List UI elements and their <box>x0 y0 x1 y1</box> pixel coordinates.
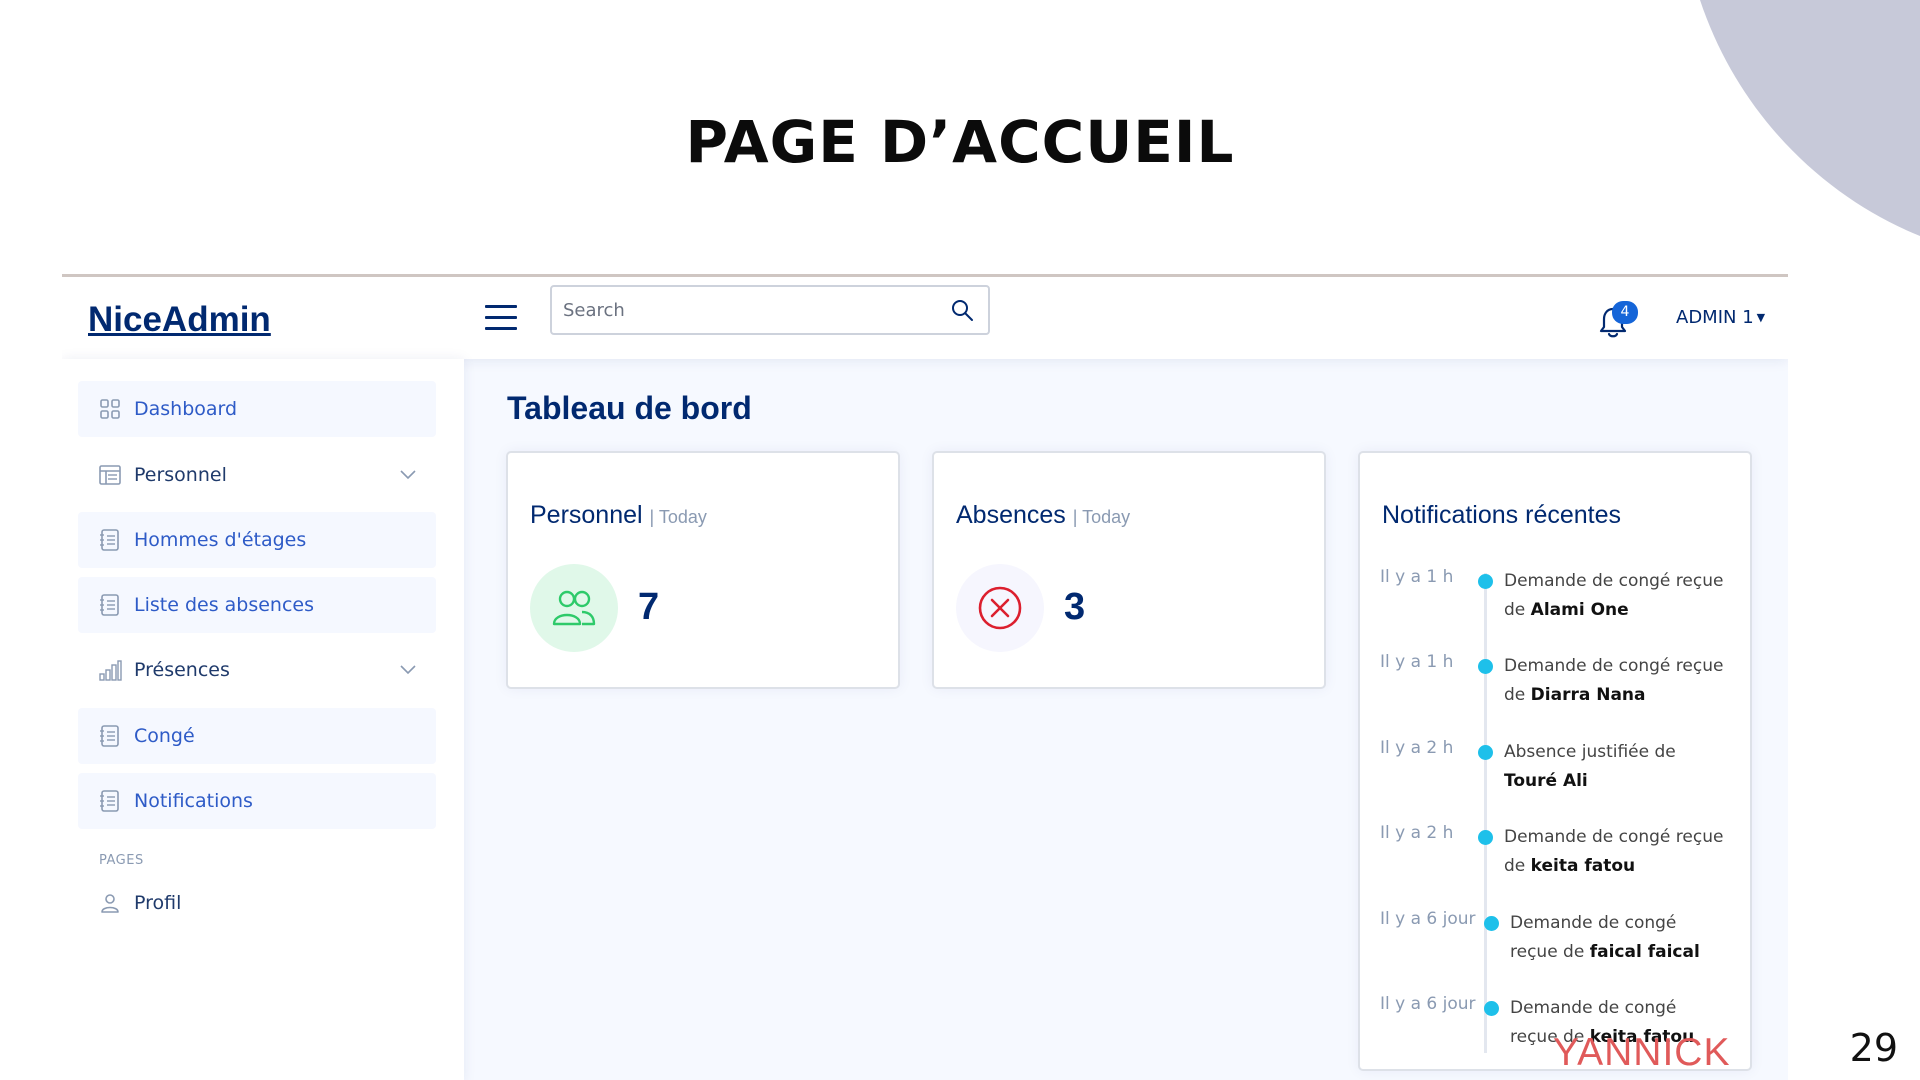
activity-text: Demande de congé reçue de Alami One <box>1504 571 1724 620</box>
activity-text: Absence justifiée de Touré Ali <box>1504 742 1676 791</box>
journal-icon <box>100 790 119 812</box>
page-number: 29 <box>1849 1026 1898 1070</box>
sidebar-item-label: Notifications <box>134 790 253 812</box>
activity-text: Demande de congé reçue de faical faical <box>1510 913 1700 962</box>
app-screenshot: NiceAdmin 4 ADMIN 1▼ <box>62 274 1788 1080</box>
sidebar-item-notifications[interactable]: Notifications <box>78 773 436 829</box>
person-icon <box>101 894 119 913</box>
sidebar-item-label: Liste des absences <box>134 594 314 616</box>
activity-item: Il y a 2 h Demande de congé reçue de kei… <box>1380 823 1760 893</box>
sidebar-item-label: Hommes d'étages <box>134 529 307 551</box>
slide-title: PAGE D’ACCUEIL <box>685 108 1235 176</box>
x-circle-icon <box>956 564 1044 652</box>
timeline-dot <box>1484 1001 1499 1016</box>
sidebar-heading-pages: PAGES <box>99 853 144 868</box>
card-filter: | Today <box>649 507 707 527</box>
activity-time: Il y a 1 h <box>1380 567 1454 587</box>
logo[interactable]: NiceAdmin <box>88 300 271 340</box>
activity-item: Il y a 2 h Absence justifiée de Touré Al… <box>1380 738 1760 808</box>
timeline-dot <box>1478 830 1493 845</box>
journal-icon <box>100 725 119 747</box>
bar-chart-icon <box>99 660 122 681</box>
sidebar-item-label: Profil <box>134 892 182 914</box>
hamburger-icon[interactable] <box>485 305 517 333</box>
caret-down-icon: ▼ <box>1756 311 1766 324</box>
sidebar-item-conge[interactable]: Congé <box>78 708 436 764</box>
timeline-dot <box>1478 574 1493 589</box>
card-title: Absences | Today <box>956 501 1130 530</box>
card-filter: | Today <box>1072 507 1131 527</box>
grid-icon <box>100 399 120 419</box>
personnel-card: Personnel | Today 7 <box>506 451 900 689</box>
search-icon[interactable] <box>950 298 974 322</box>
personnel-count: 7 <box>638 586 660 628</box>
header: NiceAdmin 4 ADMIN 1▼ <box>62 277 1788 359</box>
activity-text: Demande de congé reçue de keita fatou <box>1504 827 1724 876</box>
activity-item: Il y a 1 h Demande de congé reçue de Ala… <box>1380 567 1760 637</box>
card-title-text: Absences <box>956 501 1066 529</box>
author-watermark: YANNICK <box>1553 1031 1731 1074</box>
sidebar-item-personnel[interactable]: Personnel <box>78 447 436 503</box>
sidebar-item-label: Dashboard <box>134 398 238 420</box>
chevron-down-icon <box>400 665 416 675</box>
activity-item: Il y a 1 h Demande de congé reçue de Dia… <box>1380 652 1760 722</box>
sidebar-item-label: Présences <box>134 659 230 681</box>
activity-time: Il y a 1 h <box>1380 652 1454 672</box>
table-icon <box>99 465 121 485</box>
timeline-dot <box>1478 745 1493 760</box>
sidebar-item-label: Congé <box>134 725 195 747</box>
page-title: Tableau de bord <box>507 390 752 426</box>
card-title-text: Personnel <box>530 501 643 529</box>
sidebar-item-liste-absences[interactable]: Liste des absences <box>78 577 436 633</box>
chevron-down-icon <box>400 470 416 480</box>
activity-time: Il y a 2 h <box>1380 823 1454 843</box>
timeline-dot <box>1484 916 1499 931</box>
sidebar-item-label: Personnel <box>134 464 227 486</box>
sidebar-item-profil[interactable]: Profil <box>78 875 436 931</box>
sidebar-item-presences[interactable]: Présences <box>78 642 436 698</box>
search-bar <box>550 285 990 335</box>
activity-time: Il y a 6 jour <box>1380 909 1476 929</box>
profile-dropdown[interactable]: ADMIN 1 ▼ <box>1676 307 1765 328</box>
journal-icon <box>100 529 119 551</box>
notifications-title: Notifications récentes <box>1382 501 1622 529</box>
journal-icon <box>100 594 119 616</box>
sidebar-item-dashboard[interactable]: Dashboard <box>78 381 436 437</box>
activity-text: Demande de congé reçue de Diarra Nana <box>1504 656 1724 705</box>
recent-notifications-card: Notifications récentes Il y a 1 h Demand… <box>1358 451 1752 1071</box>
profile-name: ADMIN 1 <box>1676 307 1754 328</box>
activity-item: Il y a 6 jour Demande de congé reçue de … <box>1380 909 1760 979</box>
card-title: Personnel | Today <box>530 501 707 530</box>
timeline-dot <box>1478 659 1493 674</box>
sidebar: Dashboard Personnel Hommes d'étages List… <box>62 359 464 1080</box>
activity-time: Il y a 6 jour <box>1380 994 1476 1014</box>
notification-count-badge: 4 <box>1612 301 1638 324</box>
absences-card: Absences | Today 3 <box>932 451 1326 689</box>
activity-time: Il y a 2 h <box>1380 738 1454 758</box>
absences-count: 3 <box>1064 586 1086 628</box>
timeline-line <box>1484 573 1487 1053</box>
people-icon <box>530 564 618 652</box>
sidebar-item-hommes-etages[interactable]: Hommes d'étages <box>78 512 436 568</box>
search-input[interactable] <box>552 287 932 333</box>
